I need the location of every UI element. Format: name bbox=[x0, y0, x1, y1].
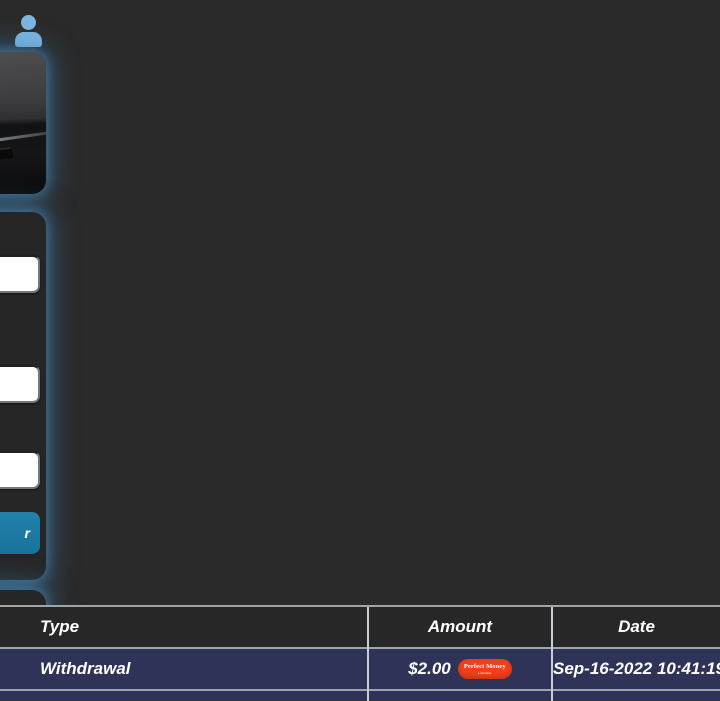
table-header: Type Amount Date bbox=[0, 605, 720, 648]
table-row-next-partial[interactable] bbox=[0, 689, 720, 701]
table-row[interactable]: Withdrawal $2.00 Perfect Money e-currenc… bbox=[0, 647, 720, 690]
cell-type: Withdrawal bbox=[0, 647, 368, 690]
table-body: Withdrawal $2.00 Perfect Money e-currenc… bbox=[0, 647, 720, 701]
table-header-row: Type Amount Date bbox=[0, 605, 720, 648]
user-avatar-icon[interactable] bbox=[14, 15, 42, 47]
avatar-body bbox=[15, 32, 42, 47]
cell-date: Sep-16-2022 10:41:19 AM bbox=[551, 647, 720, 690]
column-header-amount[interactable]: Amount bbox=[367, 605, 552, 648]
badge-main-text: Perfect Money bbox=[463, 662, 506, 670]
laptop-photo-card[interactable] bbox=[0, 52, 46, 194]
form-field-three[interactable] bbox=[0, 451, 40, 489]
amount-value: $2.00 bbox=[408, 659, 451, 678]
form-field-two[interactable] bbox=[0, 365, 40, 403]
app-root: r Type Amount Date Withdrawal $2.00 Perf… bbox=[0, 0, 720, 701]
submit-button[interactable]: r bbox=[0, 512, 40, 554]
laptop-photo-image bbox=[0, 52, 46, 194]
column-header-date[interactable]: Date bbox=[551, 605, 720, 648]
form-panel: r bbox=[0, 212, 46, 580]
column-header-type[interactable]: Type bbox=[0, 605, 368, 648]
perfect-money-badge-icon: Perfect Money e-currency bbox=[457, 659, 512, 679]
cell-amount: $2.00 Perfect Money e-currency bbox=[367, 647, 552, 690]
cell-amount-next bbox=[367, 689, 552, 701]
cell-date-next bbox=[551, 689, 720, 701]
avatar-head bbox=[21, 15, 36, 30]
badge-sub-text: e-currency bbox=[477, 670, 492, 675]
transactions-table: Type Amount Date Withdrawal $2.00 Perfec… bbox=[0, 605, 720, 701]
cell-type-next bbox=[0, 689, 368, 701]
amount-cell-inner: $2.00 Perfect Money e-currency bbox=[370, 659, 551, 679]
form-field-one[interactable] bbox=[0, 255, 40, 293]
